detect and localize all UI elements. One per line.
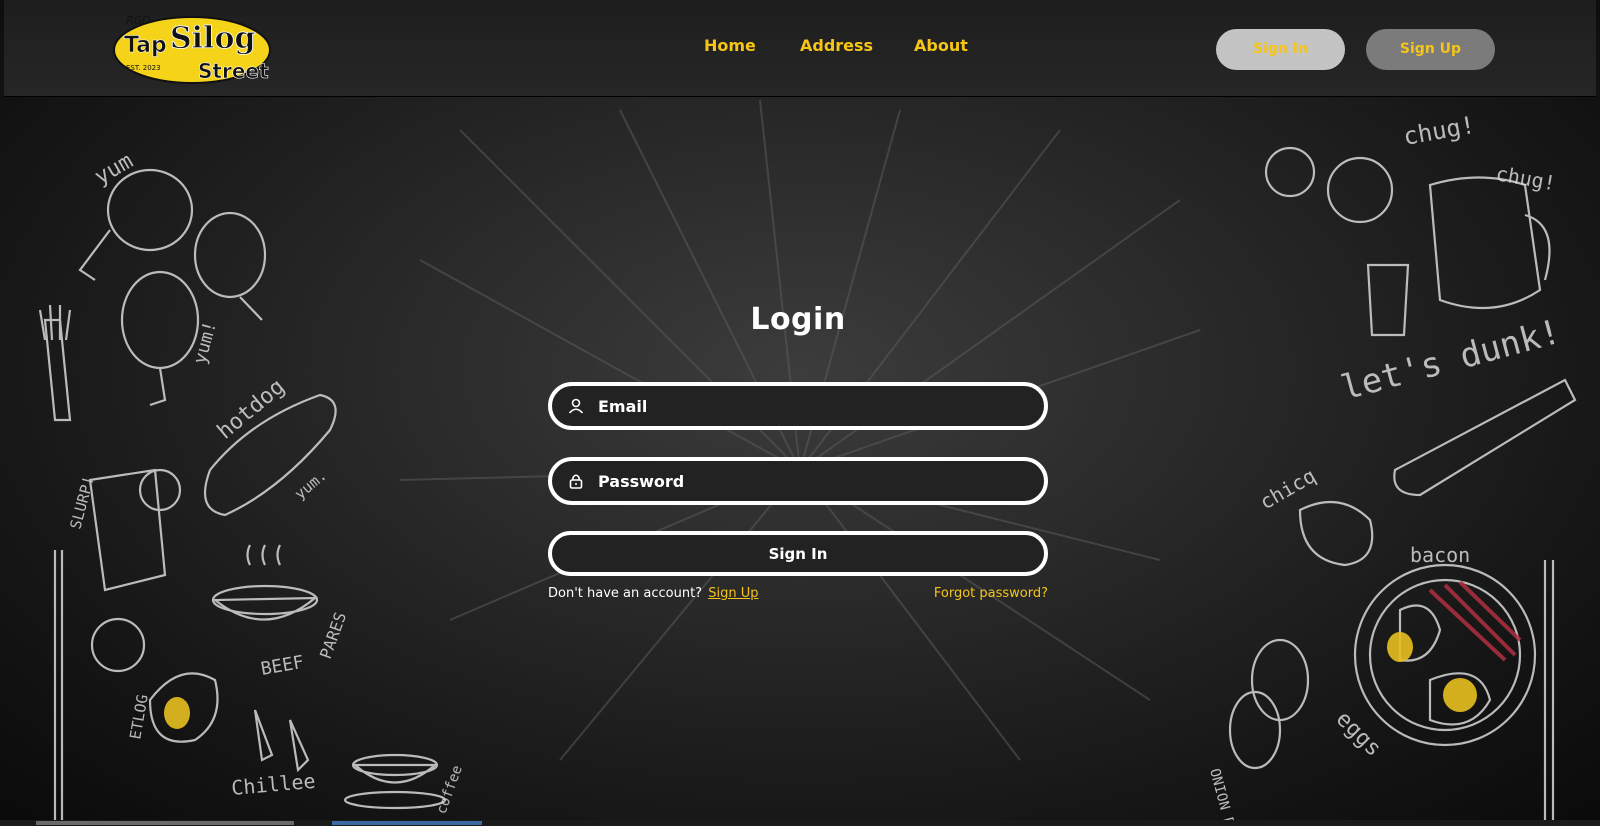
- user-icon: [568, 398, 584, 414]
- doodle-bacon: bacon: [1410, 543, 1470, 567]
- email-field[interactable]: [548, 382, 1048, 430]
- doodle-chillee: Chillee: [230, 769, 316, 800]
- logo-word-tap: Tap: [124, 33, 167, 58]
- sign-in-submit-button[interactable]: Sign In: [548, 531, 1048, 576]
- doodle-etlog: ETLOG: [126, 693, 152, 741]
- no-account-text: Don't have an account?: [548, 586, 703, 601]
- nav-about-link[interactable]: About: [914, 36, 968, 55]
- login-title: Login: [750, 302, 846, 337]
- lock-icon: [569, 474, 583, 489]
- doodle-chicq: chicq: [1256, 463, 1320, 514]
- scrollbar-highlight: [332, 821, 482, 825]
- no-account-prompt: Don't have an account? Sign Up: [548, 586, 758, 601]
- doodle-hotdog: hotdog: [213, 374, 290, 444]
- login-helper-row: Don't have an account? Sign Up Forgot pa…: [548, 586, 1048, 606]
- logo-word-street: Street: [198, 59, 269, 83]
- header-sign-up-button[interactable]: Sign Up: [1366, 29, 1495, 70]
- nav-address-link[interactable]: Address: [800, 36, 873, 55]
- doodle-eggs: eggs: [1331, 707, 1386, 762]
- password-field[interactable]: [548, 457, 1048, 505]
- logo-word-silog: Silog: [170, 21, 255, 56]
- header-sign-in-button[interactable]: Sign In: [1216, 29, 1345, 70]
- page: yum yum! hotdog yum. SLURP! BEEF PARES E…: [0, 0, 1600, 826]
- logo-est: EST. 2023: [126, 64, 161, 72]
- doodle-yum-3: yum.: [291, 466, 330, 503]
- doodle-slurp: SLURP!: [66, 474, 97, 531]
- doodle-onion-rings: ONION RINGS: [1206, 767, 1245, 826]
- doodle-chug-2: chug!: [1494, 161, 1557, 195]
- forgot-password-link[interactable]: Forgot password?: [934, 586, 1048, 601]
- tapsilog-street-logo[interactable]: RGD Tap Silog Street EST. 2023: [112, 10, 282, 86]
- bottom-scrollbar[interactable]: [0, 820, 1600, 826]
- email-input[interactable]: [598, 386, 1018, 426]
- doodle-pares: PARES: [316, 610, 350, 662]
- doodle-coffee: coffee: [434, 763, 466, 816]
- doodle-yum: yum: [91, 149, 138, 191]
- logo-prefix: RGD: [126, 14, 151, 27]
- doodle-beef: BEEF: [259, 652, 305, 680]
- password-input[interactable]: [598, 461, 1018, 501]
- scrollbar-thumb[interactable]: [36, 821, 294, 825]
- sign-up-link[interactable]: Sign Up: [708, 586, 758, 601]
- nav-home-link[interactable]: Home: [704, 36, 756, 55]
- navbar: RGD Tap Silog Street EST. 2023 Home Addr…: [4, 0, 1596, 97]
- doodle-chug-1: chug!: [1401, 111, 1477, 151]
